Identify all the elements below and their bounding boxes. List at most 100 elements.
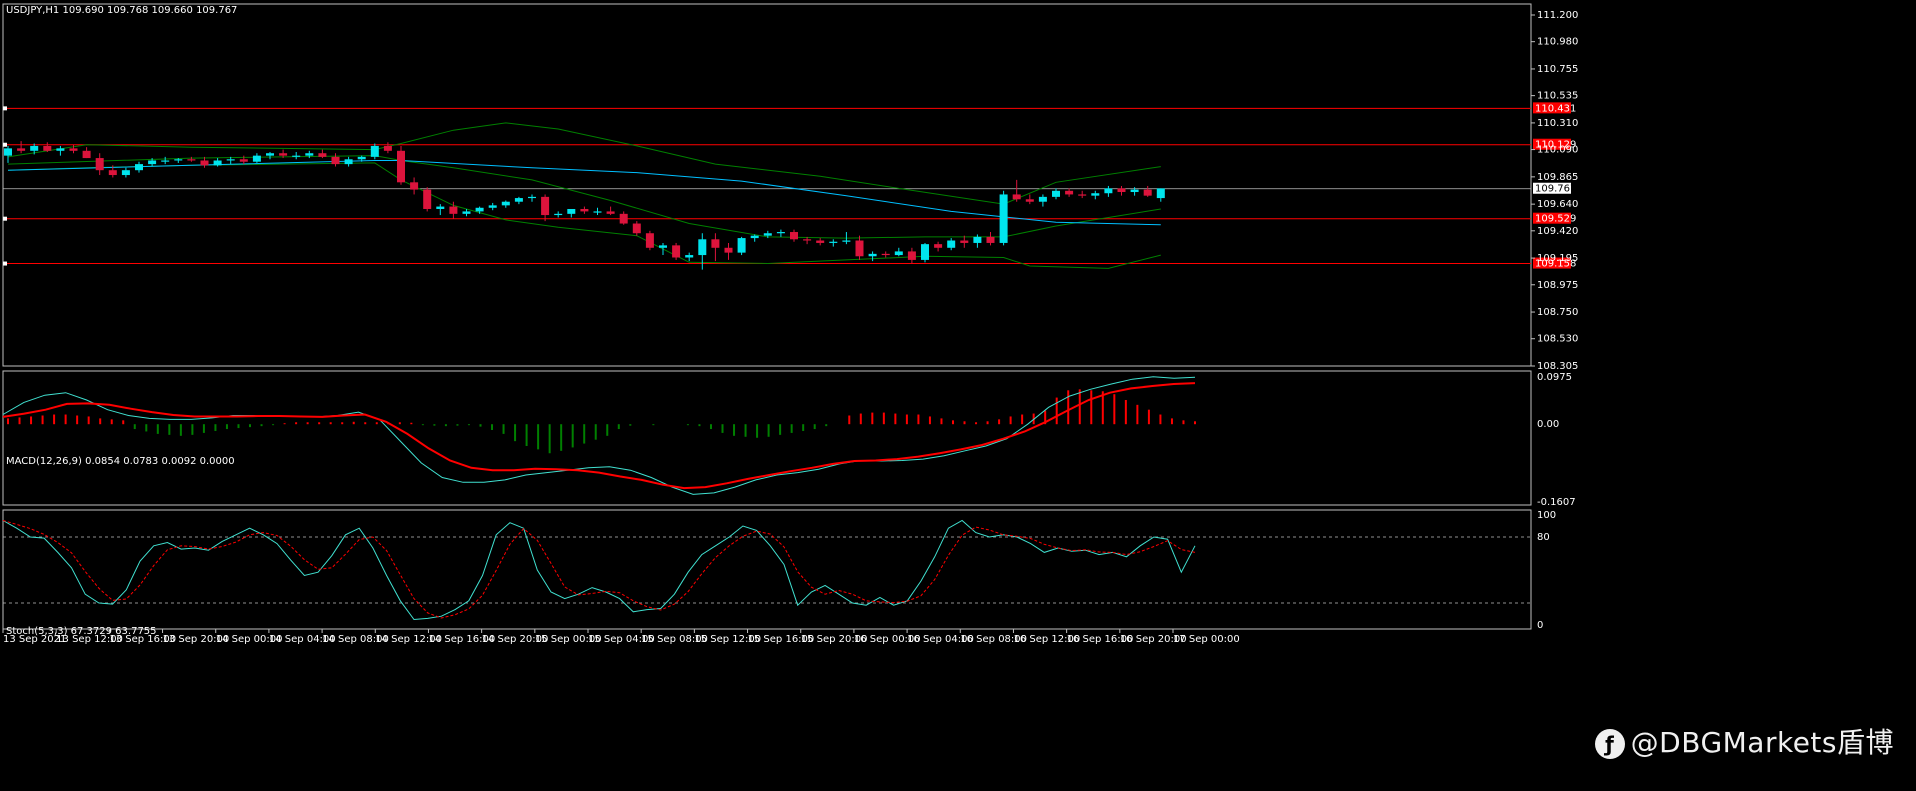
candle-body	[135, 164, 143, 171]
candle-body	[829, 241, 838, 243]
candle-body	[776, 232, 785, 234]
candle-body	[266, 153, 274, 156]
candle-body	[226, 159, 235, 161]
candle-body	[999, 194, 1008, 243]
candle-body	[1065, 190, 1074, 195]
bollinger-upper-line	[7, 122, 1161, 205]
y-tick-label: 109.865	[1537, 172, 1578, 183]
candle-body	[1130, 189, 1139, 193]
candle-body	[95, 158, 104, 171]
y-tick-label: 110.535	[1537, 91, 1578, 102]
candle-body	[567, 208, 576, 214]
y-tick-label: 110.090	[1537, 145, 1578, 156]
candle-body	[108, 170, 117, 176]
candle-body	[357, 156, 366, 160]
candle-body	[56, 148, 65, 151]
candle-body	[488, 205, 497, 208]
candle-body	[1091, 193, 1100, 196]
y-tick-label: 109.640	[1537, 199, 1578, 210]
candle-body	[711, 239, 720, 248]
candle-body	[121, 170, 130, 176]
candle-body	[449, 206, 458, 214]
y-tick-label: 109.420	[1537, 226, 1578, 237]
candle-body	[305, 153, 314, 156]
candle-body	[1052, 190, 1060, 197]
candle-body	[947, 240, 956, 248]
trading-chart[interactable]: 110.431110.129109.529109.158109.767111.2…	[0, 0, 1916, 791]
candle-body	[632, 223, 641, 234]
candle-body	[1012, 194, 1021, 200]
candle-body	[161, 160, 170, 162]
y-tick-label: 110.310	[1537, 118, 1578, 129]
candle-body	[659, 245, 667, 248]
candle-body	[685, 255, 694, 258]
candle-body	[737, 238, 746, 253]
macd-y-tick-label: 0.0975	[1537, 372, 1572, 383]
candle-body	[619, 213, 628, 224]
candle-body	[580, 208, 589, 212]
candle-body	[239, 159, 248, 162]
candle-body	[645, 233, 654, 248]
price-chart[interactable]	[3, 106, 1531, 270]
candle-body	[82, 150, 91, 159]
x-tick-label: 17 Sep 00:00	[1173, 634, 1240, 645]
level-marker-1	[3, 106, 7, 111]
candle-body	[541, 196, 550, 216]
stoch-y-tick-label: 100	[1537, 510, 1556, 521]
candle-body	[672, 245, 681, 258]
y-tick-label: 108.750	[1537, 307, 1578, 318]
panel-frames	[2, 0, 1532, 630]
macd-y-tick-label: 0.00	[1537, 419, 1559, 430]
candle-body	[292, 155, 301, 157]
y-tick-label: 110.980	[1537, 37, 1578, 48]
candle-body	[43, 145, 52, 151]
candle-body	[724, 247, 733, 253]
candle-body	[200, 160, 209, 166]
macd-chart[interactable]	[2, 376, 1196, 495]
frame-pad	[3, 0, 1531, 3]
candle-body	[763, 233, 772, 236]
candle-body	[383, 145, 392, 151]
candle-body	[514, 198, 523, 202]
candle-body	[1117, 188, 1126, 193]
candle-body	[462, 211, 471, 214]
candle-body	[69, 148, 78, 151]
candle-body	[986, 236, 995, 243]
candle-body	[436, 206, 445, 209]
y-tick-label: 108.530	[1537, 334, 1578, 345]
candle-body	[252, 155, 261, 162]
macd-header: MACD(12,26,9) 0.0854 0.0783 0.0092 0.000…	[6, 456, 235, 467]
stoch-k-line	[2, 519, 1196, 621]
macd-y-tick-label: -0.1607	[1537, 497, 1576, 508]
y-tick-label: 108.975	[1537, 280, 1578, 291]
candle-body	[973, 236, 982, 243]
current-price-tag: 109.767	[1535, 184, 1576, 195]
weibo-icon: ƒ	[1594, 729, 1625, 759]
candle-body	[17, 148, 26, 151]
candle-body	[331, 156, 340, 165]
candle-body	[1038, 196, 1047, 202]
y-tick-label: 110.755	[1537, 64, 1578, 75]
candle-body	[475, 207, 484, 212]
candle-body	[213, 160, 222, 166]
panel-frame-2	[2, 370, 1532, 506]
watermark-text: @DBGMarkets盾博	[1630, 726, 1894, 759]
candle-body	[4, 148, 12, 156]
y-tick-label: 108.305	[1537, 361, 1578, 372]
bollinger-middle-line	[7, 155, 1161, 239]
candle-body	[842, 240, 851, 242]
candle-body	[148, 160, 157, 165]
candle-body	[501, 201, 510, 206]
stochastic-chart[interactable]	[2, 519, 1531, 621]
candle-body	[960, 240, 969, 243]
candle-body	[279, 153, 288, 156]
panel-frame-3	[2, 509, 1532, 630]
candle-body	[410, 182, 419, 190]
watermark: ƒ @DBGMarkets盾博	[1594, 721, 1894, 761]
y-tick-label: 109.195	[1537, 253, 1578, 264]
candle-body	[30, 145, 39, 151]
candle-body	[593, 211, 602, 213]
level-tag-3: 109.529	[1535, 214, 1576, 225]
candle-body	[868, 253, 877, 257]
candle-body	[698, 239, 707, 256]
